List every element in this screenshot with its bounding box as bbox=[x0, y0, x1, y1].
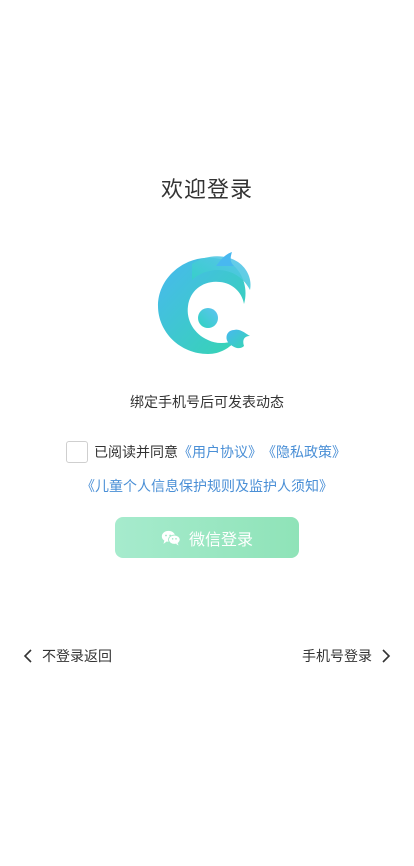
wechat-icon bbox=[161, 530, 181, 545]
agreement-checkbox[interactable] bbox=[66, 441, 88, 463]
skip-login-button[interactable]: 不登录返回 bbox=[22, 646, 112, 666]
skip-login-label: 不登录返回 bbox=[42, 649, 112, 665]
chevron-left-icon bbox=[23, 649, 32, 663]
agreement-prefix: 已阅读并同意 bbox=[94, 445, 178, 461]
wechat-login-label: 微信登录 bbox=[188, 529, 253, 549]
phone-login-button[interactable]: 手机号登录 bbox=[302, 646, 392, 666]
user-agreement-link[interactable]: 《用户协议》 bbox=[178, 442, 262, 462]
children-policy-link[interactable]: 《儿童个人信息保护规则及监护人须知》 bbox=[81, 479, 333, 495]
children-policy-row: 《儿童个人信息保护规则及监护人须知》 bbox=[0, 476, 414, 496]
page-title: 欢迎登录 bbox=[160, 178, 253, 203]
wechat-login-button[interactable]: 微信登录 bbox=[115, 517, 299, 558]
phone-login-label: 手机号登录 bbox=[302, 649, 372, 665]
app-logo-icon bbox=[158, 252, 251, 354]
agreement-row: 已阅读并同意 《用户协议》 《隐私政策》 bbox=[66, 441, 346, 463]
bind-phone-hint: 绑定手机号后可发表动态 bbox=[130, 395, 284, 411]
chevron-right-icon bbox=[382, 649, 391, 663]
privacy-policy-link[interactable]: 《隐私政策》 bbox=[262, 442, 346, 462]
